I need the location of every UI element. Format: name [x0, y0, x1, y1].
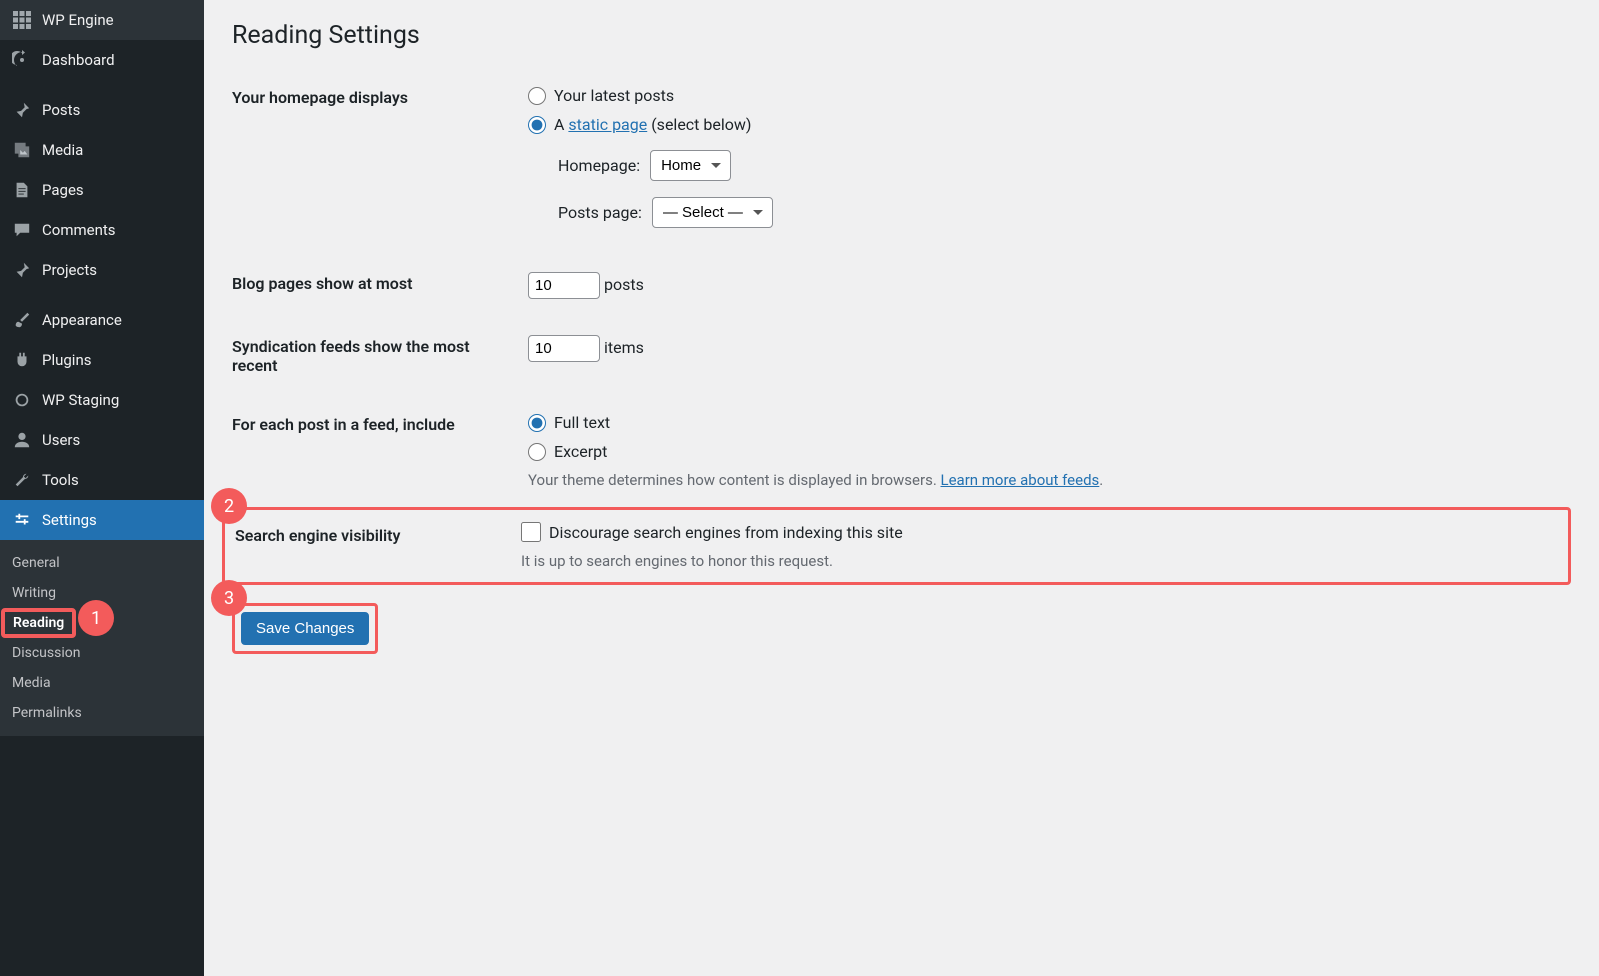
visibility-description: It is up to search engines to honor this… [521, 552, 1542, 570]
radio-full-text[interactable] [528, 414, 546, 432]
menu-posts[interactable]: Posts [0, 90, 204, 130]
refresh-icon [10, 390, 34, 410]
admin-sidebar: WP Engine Dashboard Posts Media Pages Co… [0, 0, 204, 976]
settings-submenu: General Writing Reading 1 Discussion Med… [0, 540, 204, 736]
menu-label: Tools [42, 471, 79, 489]
blog-pages-input[interactable] [528, 272, 600, 299]
radio-excerpt[interactable] [528, 443, 546, 461]
visibility-highlight: Search engine visibility Discourage sear… [222, 507, 1571, 585]
radio-latest-posts-label[interactable]: Your latest posts [554, 86, 674, 105]
radio-full-text-label[interactable]: Full text [554, 413, 610, 432]
menu-label: Dashboard [42, 51, 115, 69]
homepage-displays-label: Your homepage displays [232, 68, 518, 254]
blog-pages-label: Blog pages show at most [232, 254, 518, 317]
media-icon [10, 140, 34, 160]
submenu-media[interactable]: Media [0, 668, 204, 698]
callout-1: 1 [78, 600, 114, 636]
dashboard-icon [10, 50, 34, 70]
menu-label: Media [42, 141, 83, 159]
callout-3: 3 [211, 580, 247, 616]
radio-excerpt-label[interactable]: Excerpt [554, 442, 607, 461]
menu-label: Projects [42, 261, 97, 279]
menu-projects[interactable]: Projects [0, 250, 204, 290]
menu-label: Settings [42, 511, 97, 529]
menu-appearance[interactable]: Appearance [0, 300, 204, 340]
menu-label: Pages [42, 181, 84, 199]
menu-wp-engine[interactable]: WP Engine [0, 0, 204, 40]
radio-static-page-label[interactable]: A static page (select below) [554, 115, 751, 134]
menu-media[interactable]: Media [0, 130, 204, 170]
feed-content-label: For each post in a feed, include [232, 395, 518, 507]
user-icon [10, 430, 34, 450]
menu-label: Users [42, 431, 80, 449]
pages-icon [10, 180, 34, 200]
menu-dashboard[interactable]: Dashboard [0, 40, 204, 80]
postspage-select[interactable]: — Select — [652, 197, 773, 228]
submenu-general[interactable]: General [0, 548, 204, 578]
radio-latest-posts[interactable] [528, 87, 546, 105]
checkbox-discourage-search[interactable] [521, 522, 541, 542]
menu-users[interactable]: Users [0, 420, 204, 460]
visibility-label: Search engine visibility [225, 520, 511, 572]
feed-content-description: Your theme determines how content is dis… [528, 471, 1561, 489]
sliders-icon [10, 510, 34, 530]
static-page-link[interactable]: static page [568, 115, 647, 134]
menu-plugins[interactable]: Plugins [0, 340, 204, 380]
callout-2: 2 [211, 488, 247, 524]
pin-icon [10, 260, 34, 280]
submit-highlight: Save Changes [232, 603, 378, 654]
page-title: Reading Settings [232, 12, 1571, 54]
submenu-reading[interactable]: Reading [1, 608, 76, 638]
menu-wpstaging[interactable]: WP Staging [0, 380, 204, 420]
syndication-unit: items [604, 338, 644, 357]
wrench-icon [10, 470, 34, 490]
menu-tools[interactable]: Tools [0, 460, 204, 500]
learn-more-feeds-link[interactable]: Learn more about feeds [941, 471, 1100, 489]
plug-icon [10, 350, 34, 370]
menu-label: WP Engine [42, 11, 114, 29]
checkbox-discourage-label[interactable]: Discourage search engines from indexing … [549, 523, 903, 542]
save-changes-button[interactable]: Save Changes [241, 612, 369, 645]
radio-static-page[interactable] [528, 116, 546, 134]
menu-label: Comments [42, 221, 116, 239]
menu-comments[interactable]: Comments [0, 210, 204, 250]
homepage-select[interactable]: Home [650, 150, 731, 181]
homepage-select-label: Homepage: [558, 156, 640, 175]
menu-label: Plugins [42, 351, 91, 369]
blog-pages-unit: posts [604, 275, 644, 294]
menu-pages[interactable]: Pages [0, 170, 204, 210]
submenu-permalinks[interactable]: Permalinks [0, 698, 204, 728]
menu-label: Posts [42, 101, 80, 119]
wpengine-icon [10, 10, 34, 30]
syndication-label: Syndication feeds show the most recent [232, 317, 518, 395]
menu-label: WP Staging [42, 391, 119, 409]
main-content: Reading Settings Your homepage displays … [204, 0, 1599, 976]
menu-settings[interactable]: Settings [0, 500, 204, 540]
submenu-discussion[interactable]: Discussion [0, 638, 204, 668]
postspage-select-label: Posts page: [558, 203, 642, 222]
menu-label: Appearance [42, 311, 122, 329]
pin-icon [10, 100, 34, 120]
comments-icon [10, 220, 34, 240]
syndication-input[interactable] [528, 335, 600, 362]
brush-icon [10, 310, 34, 330]
